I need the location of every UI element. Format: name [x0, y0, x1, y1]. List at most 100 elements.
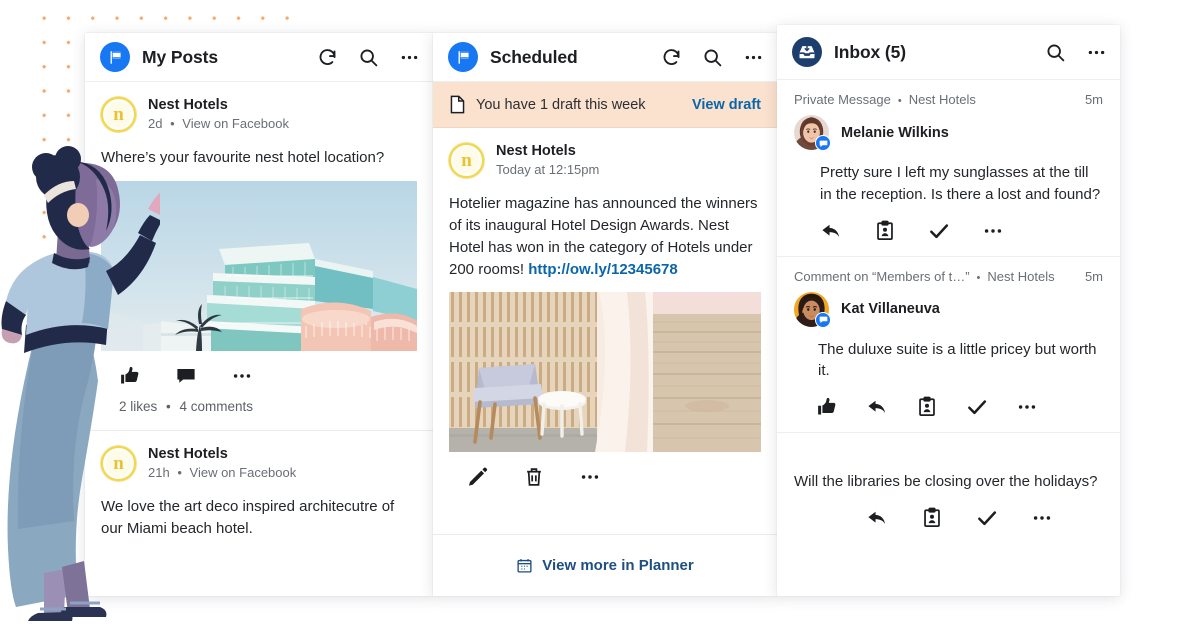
post-url-link[interactable]: http://ow.ly/12345678: [528, 261, 678, 278]
post-meta: 21h • View on Facebook: [148, 464, 296, 482]
inbox-item-time: 5m: [1084, 92, 1103, 107]
inbox-item-account: Nest Hotels: [987, 268, 1055, 284]
scheduled-header: Scheduled: [433, 33, 777, 82]
post-header: n Nest Hotels Today at 12:15pm: [449, 142, 761, 179]
avatar: [794, 115, 831, 151]
inbox-item-actions: [794, 493, 1103, 531]
calendar-icon: [517, 559, 532, 573]
more-icon[interactable]: [231, 365, 253, 387]
column-inbox: Inbox (5) Private Message • Nest Hotels …: [777, 25, 1120, 596]
search-icon[interactable]: [358, 47, 379, 68]
like-icon[interactable]: [816, 396, 838, 418]
reply-icon[interactable]: [820, 220, 842, 242]
flag-icon: [100, 42, 130, 72]
avatar-letter: n: [113, 104, 124, 126]
like-count: 2 likes: [119, 399, 158, 415]
search-icon[interactable]: [1045, 42, 1066, 63]
scheduled-body: n Nest Hotels Today at 12:15pm Hotelier …: [433, 128, 777, 488]
my-posts-header: My Posts: [85, 33, 433, 82]
inbox-item-meta: Comment on “Members of t…” • Nest Hotels…: [794, 269, 1103, 284]
post-header: n Nest Hotels 21h • View on Facebook: [101, 445, 417, 482]
document-icon: [450, 95, 465, 114]
inbox-user: Kat Villaneuva: [794, 291, 1103, 328]
planner-label: View more in Planner: [542, 557, 694, 574]
post-header: n Nest Hotels 2d • View on Facebook: [101, 96, 417, 133]
messenger-badge-icon: [815, 135, 831, 151]
inbox-item-time: 5m: [1084, 268, 1103, 284]
avatar-letter: n: [461, 150, 472, 172]
inbox-comment-item[interactable]: Comment on “Members of t…” • Nest Hotels…: [777, 257, 1120, 433]
post-author: Nest Hotels: [496, 143, 576, 159]
comment-icon[interactable]: [175, 365, 197, 387]
assign-icon[interactable]: [921, 507, 943, 529]
inbox-body: Private Message • Nest Hotels 5m Melanie…: [777, 80, 1120, 543]
post-time: 2d: [148, 116, 163, 132]
draft-banner: You have 1 draft this week View draft: [433, 82, 777, 128]
more-icon[interactable]: [1086, 42, 1107, 63]
inbox-message-text: Will the libraries be closing over the h…: [794, 473, 1098, 490]
avatar: [794, 291, 831, 328]
check-icon[interactable]: [928, 220, 950, 242]
search-icon[interactable]: [702, 47, 723, 68]
art-deco-hotel-photo[interactable]: [101, 181, 417, 352]
post-time: 21h: [148, 465, 170, 481]
refresh-icon[interactable]: [317, 47, 338, 68]
more-icon[interactable]: [982, 220, 1004, 242]
post-text: Hotelier magazine has announced the winn…: [449, 193, 761, 280]
assign-icon[interactable]: [874, 220, 896, 242]
inbox-message-item[interactable]: Will the libraries be closing over the h…: [777, 433, 1120, 543]
avatar: n: [449, 143, 484, 179]
post-schedule-time: Today at 12:15pm: [496, 162, 600, 178]
more-icon[interactable]: [579, 466, 601, 488]
inbox-item-meta: Private Message • Nest Hotels 5m: [794, 92, 1103, 107]
inbox-message-item[interactable]: Private Message • Nest Hotels 5m Melanie…: [777, 80, 1120, 256]
reply-icon[interactable]: [866, 396, 888, 418]
meta-separator: •: [177, 465, 182, 481]
my-posts-header-icons: [317, 47, 420, 68]
post-text: Where’s your favourite nest hotel locati…: [101, 149, 385, 167]
more-icon[interactable]: [1016, 396, 1038, 418]
post-source-link[interactable]: View on Facebook: [182, 116, 289, 131]
reply-icon[interactable]: [866, 507, 888, 529]
my-posts-body: n Nest Hotels 2d • View on Facebook Wher…: [85, 82, 433, 552]
post-item[interactable]: n Nest Hotels 2d • View on Facebook Wher…: [85, 82, 433, 430]
check-icon[interactable]: [966, 396, 988, 418]
edit-icon[interactable]: [467, 466, 489, 488]
avatar: n: [101, 97, 136, 133]
comment-badge-icon: [815, 311, 831, 328]
delete-icon[interactable]: [523, 466, 545, 488]
refresh-icon[interactable]: [661, 47, 682, 68]
view-draft-link[interactable]: View draft: [692, 97, 761, 113]
avatar: n: [101, 446, 136, 482]
inbox-item-type: Comment on “Members of t…”: [794, 268, 970, 284]
column-scheduled: Scheduled You have 1 draft this week Vie…: [433, 33, 777, 596]
scheduled-title: Scheduled: [490, 46, 578, 67]
inbox-icon: [792, 37, 822, 67]
inbox-sender-name: Melanie Wilkins: [841, 124, 949, 141]
hotel-interior-photo[interactable]: [449, 292, 761, 453]
post-item[interactable]: n Nest Hotels 21h • View on Facebook We …: [85, 431, 433, 540]
post-source-link[interactable]: View on Facebook: [190, 465, 297, 480]
more-icon[interactable]: [1031, 507, 1053, 529]
flag-icon: [448, 42, 478, 72]
assign-icon[interactable]: [916, 396, 938, 418]
avatar-letter: n: [113, 453, 124, 475]
view-more-in-planner-button[interactable]: View more in Planner: [433, 534, 777, 596]
inbox-item-actions: [794, 206, 1103, 244]
more-icon[interactable]: [399, 47, 420, 68]
column-my-posts: My Posts n Nest Hotels 2d • View on Face…: [85, 33, 433, 596]
inbox-item-account: Nest Hotels: [908, 92, 976, 107]
count-separator: •: [166, 399, 171, 415]
post-author: Nest Hotels: [148, 446, 228, 463]
check-icon[interactable]: [976, 507, 998, 529]
post-author: Nest Hotels: [148, 97, 228, 113]
inbox-header-icons: [1045, 42, 1107, 63]
like-icon[interactable]: [119, 365, 141, 387]
inbox-title: Inbox (5): [834, 41, 907, 62]
my-posts-title: My Posts: [142, 46, 219, 67]
post-counts: 2 likes • 4 comments: [101, 387, 417, 430]
more-icon[interactable]: [743, 47, 764, 68]
scheduled-post[interactable]: n Nest Hotels Today at 12:15pm Hotelier …: [433, 128, 777, 488]
scheduled-post-actions: [449, 452, 761, 488]
inbox-message-text: Pretty sure I left my sunglasses at the …: [820, 164, 1101, 203]
